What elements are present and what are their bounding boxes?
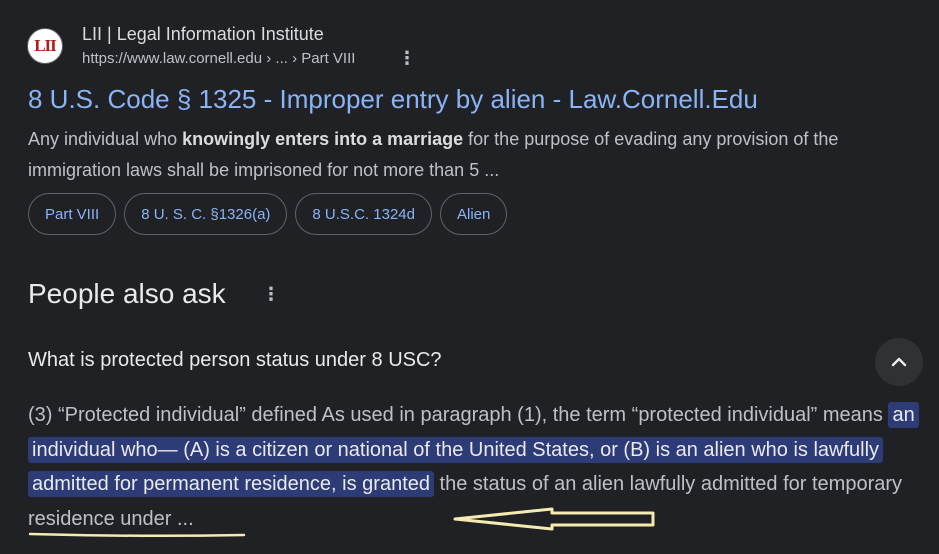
snippet-bold-text: knowingly enters into a marriage xyxy=(182,129,464,149)
chevron-up-icon xyxy=(891,357,907,367)
site-name[interactable]: LII | Legal Information Institute xyxy=(82,24,324,45)
site-url[interactable]: https://www.law.cornell.edu › ... › Part… xyxy=(82,50,355,67)
snippet-text-before: Any individual who xyxy=(28,129,183,149)
result-snippet: Any individual who knowingly enters into… xyxy=(28,124,918,186)
chip-8-usc-1326a[interactable]: 8 U. S. C. §1326(a) xyxy=(124,193,288,235)
search-results-page: LII LII | Legal Information Institute ht… xyxy=(0,0,939,554)
chip-8-usc-1324d[interactable]: 8 U.S.C. 1324d xyxy=(295,193,432,235)
collapse-button[interactable] xyxy=(875,338,923,386)
kebab-menu-icon[interactable]: ⋮ xyxy=(398,48,416,68)
result-title-link[interactable]: 8 U.S. Code § 1325 - Improper entry by a… xyxy=(28,84,758,115)
chip-alien[interactable]: Alien xyxy=(439,193,508,235)
answer-text-before: (3) “Protected individual” defined As us… xyxy=(28,404,889,426)
people-also-ask-heading: People also ask xyxy=(28,278,226,309)
paa-question[interactable]: What is protected person status under 8 … xyxy=(28,349,442,372)
kebab-menu-icon[interactable]: ⋮ xyxy=(262,284,280,305)
chip-part-viii[interactable]: Part VIII xyxy=(28,193,117,235)
site-logo[interactable]: LII xyxy=(27,28,63,64)
sitelink-chips: Part VIII 8 U. S. C. §1326(a) 8 U.S.C. 1… xyxy=(28,193,508,235)
paa-answer: (3) “Protected individual” defined As us… xyxy=(28,398,928,536)
